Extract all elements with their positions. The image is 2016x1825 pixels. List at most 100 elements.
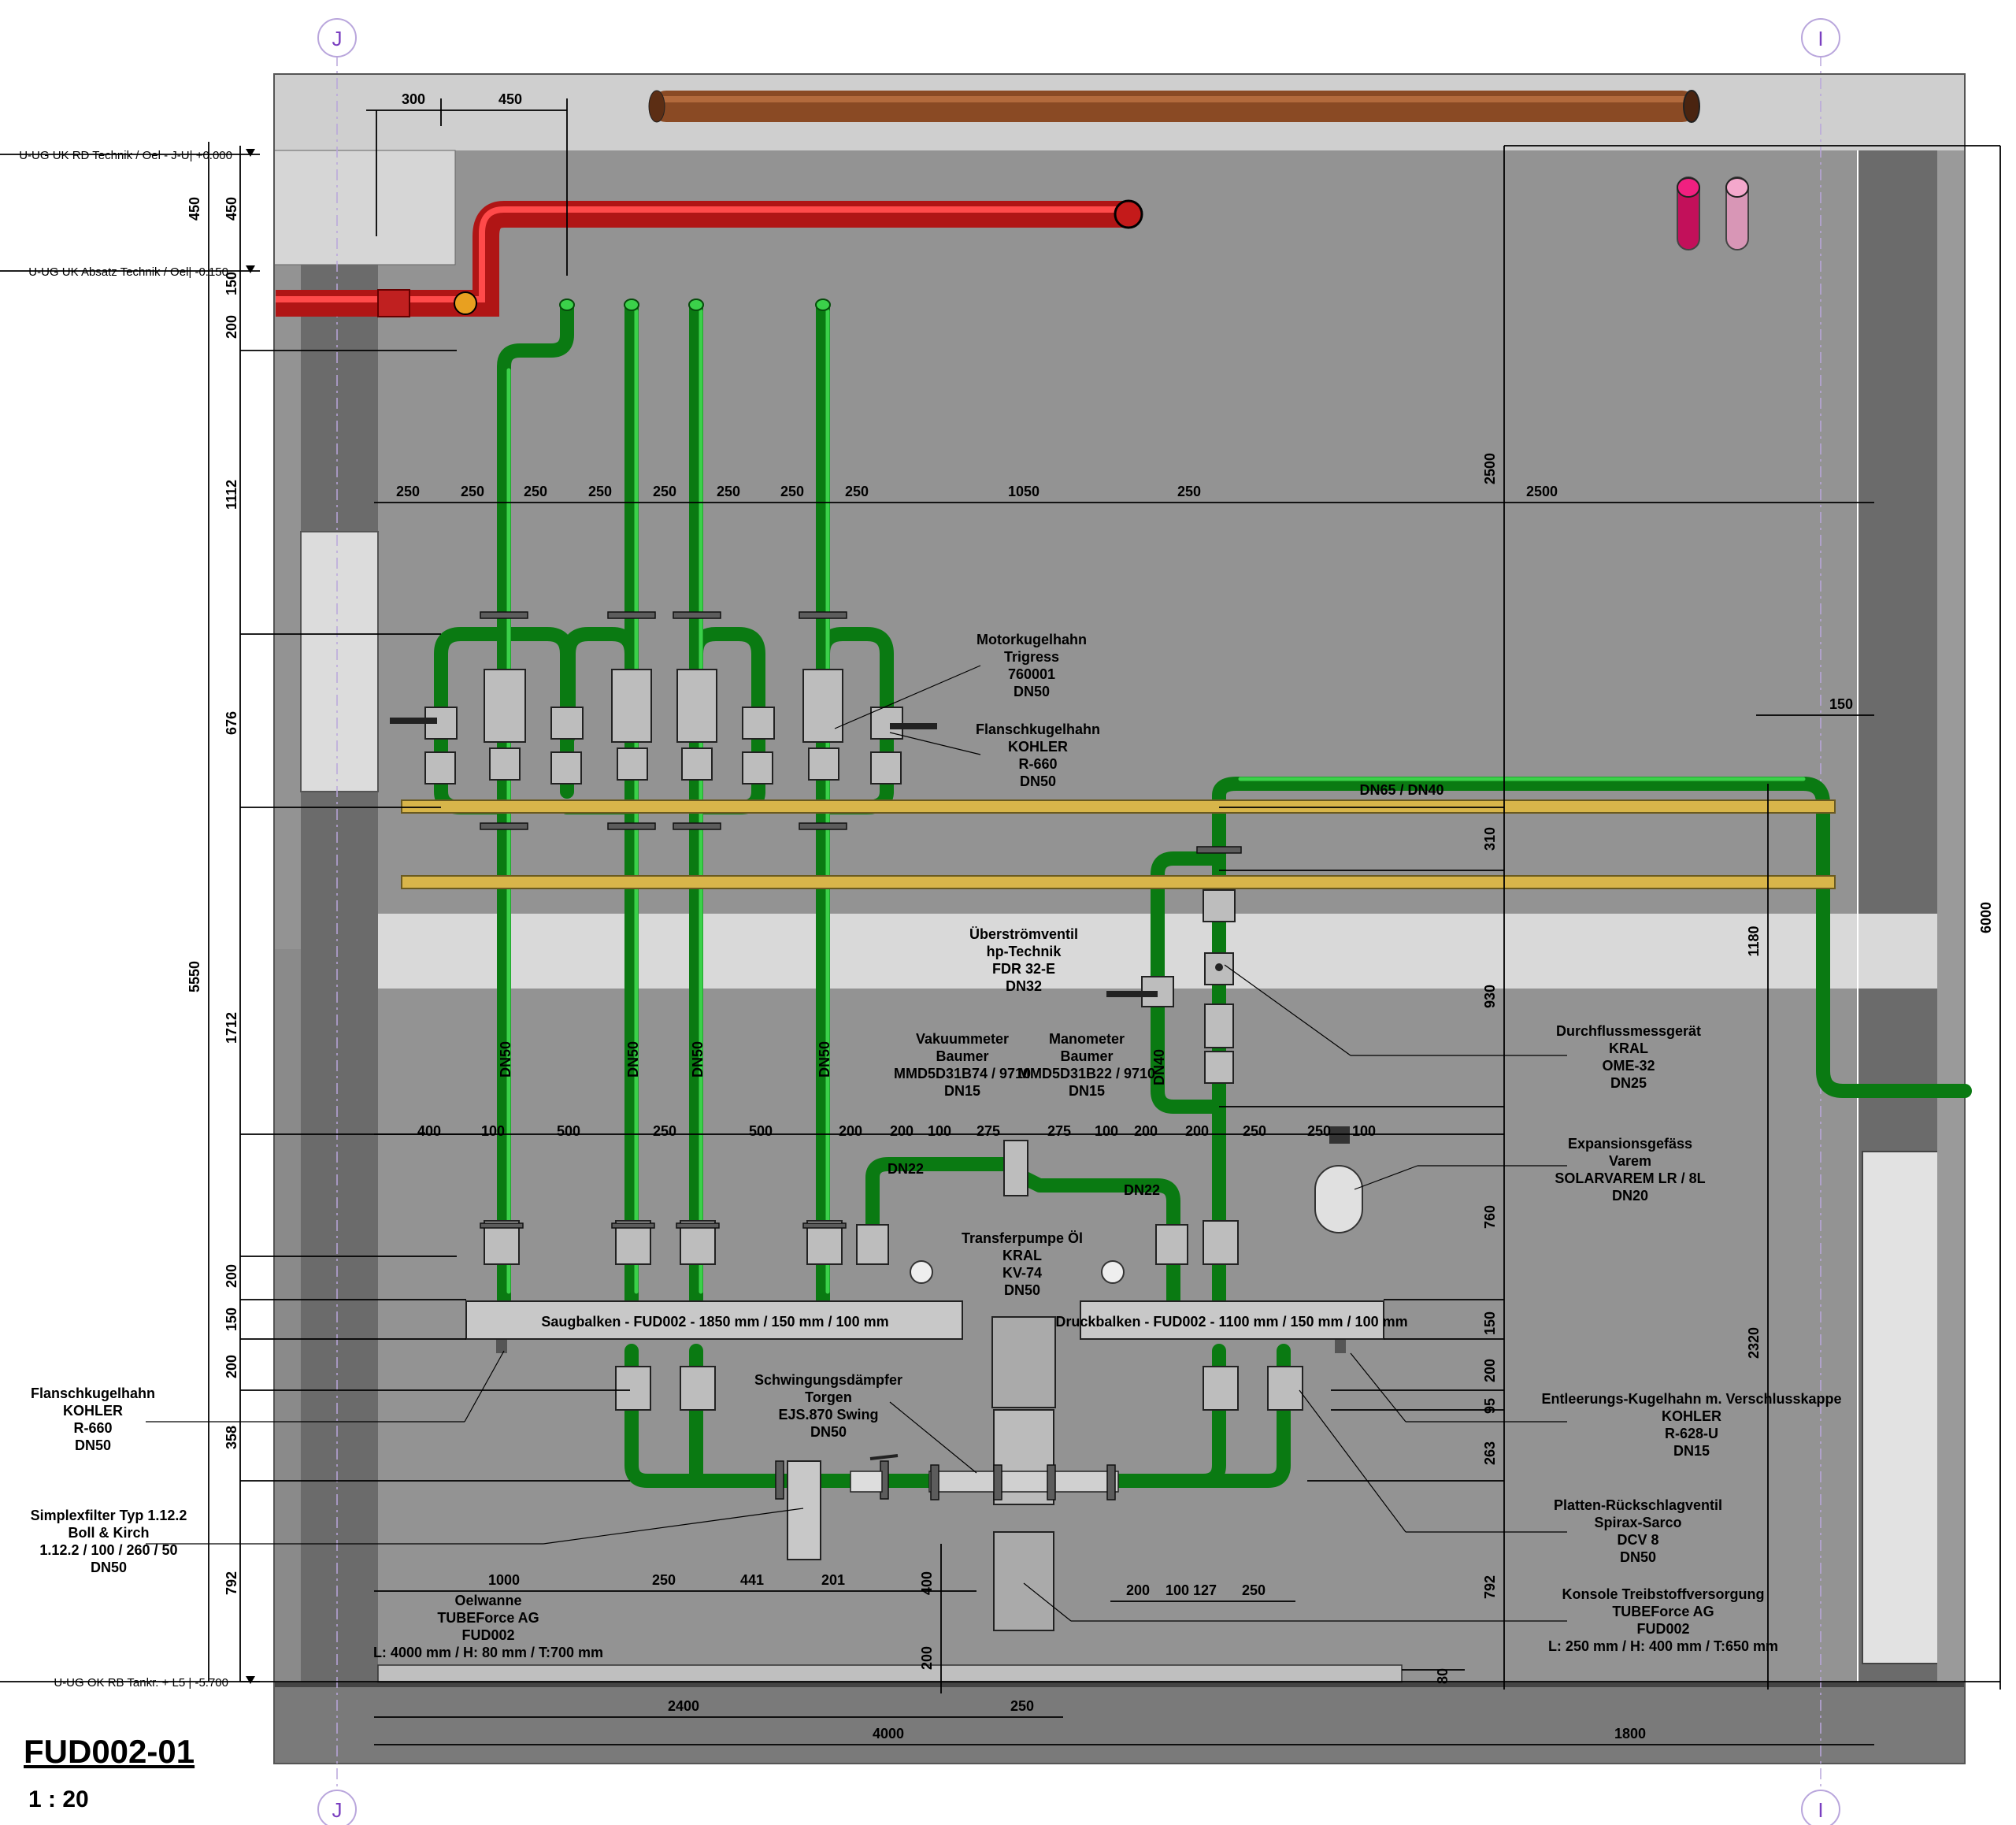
dim-r1-6: 250	[780, 484, 804, 499]
dim-left-200b: 200	[224, 1264, 239, 1288]
dim-r2-9: 275	[1047, 1123, 1071, 1139]
dim-r2-14: 250	[1307, 1123, 1331, 1139]
dim-v310: 310	[1482, 827, 1498, 851]
dim-r1-5: 250	[717, 484, 740, 499]
dim-r2-10: 100	[1095, 1123, 1118, 1139]
dim-r2-12: 200	[1185, 1123, 1209, 1139]
dim-bottom-2400: 2400	[668, 1698, 699, 1714]
dim-r1-2: 250	[524, 484, 547, 499]
dim-left-1112: 1112	[224, 480, 239, 510]
piping-elevation-drawing: J I J I U-UG UK RD Technik / Oel - J-U| …	[0, 18, 2001, 1825]
level-label-step: U-UG UK Absatz Technik / Oel| -0.150	[28, 265, 228, 279]
light-band	[378, 914, 1857, 989]
dim-top-450: 450	[498, 91, 522, 107]
dim-r1-1: 250	[461, 484, 484, 499]
dim-b127: 127	[1193, 1582, 1217, 1598]
dim-r1-8: 1050	[1008, 484, 1040, 499]
dim-b400: 400	[919, 1571, 935, 1595]
grid-label-i-bottom: I	[1818, 1798, 1823, 1822]
drawing-scale: 1 : 20	[28, 1786, 89, 1812]
dim-r1-9: 250	[1177, 484, 1201, 499]
dim-r2-4: 500	[749, 1123, 773, 1139]
grid-label-i-top: I	[1818, 27, 1823, 50]
dim-left-5550: 5550	[187, 961, 202, 992]
dim-left-1712: 1712	[224, 1012, 239, 1044]
dim-r2-2: 500	[557, 1123, 580, 1139]
dim-r1-4: 250	[653, 484, 676, 499]
dim-bottom-4000: 4000	[873, 1726, 904, 1742]
dim-v200: 200	[1482, 1359, 1498, 1382]
dim-b200: 200	[1126, 1582, 1150, 1598]
level-label-floor: U-UG OK RB Tankr. + L5 | -5.700	[54, 1676, 228, 1690]
label-flanschkugelhahn-left: Flanschkugelhahn KOHLER R-660 DN50	[31, 1385, 155, 1453]
left-wall-outer	[274, 949, 301, 1682]
dim-r2-1: 100	[481, 1123, 505, 1139]
dim-v930: 930	[1482, 985, 1498, 1008]
dim-v6000: 6000	[1978, 902, 1994, 933]
dim-bottom-250: 250	[1010, 1698, 1034, 1714]
pipe-label-dn50-d: DN50	[817, 1041, 832, 1078]
dim-left-150: 150	[224, 272, 239, 295]
pipe-label-dn22-a: DN22	[888, 1161, 924, 1177]
dim-left-676: 676	[224, 711, 239, 735]
dim-left-200: 200	[224, 315, 239, 339]
dim-r1-0: 250	[396, 484, 420, 499]
dim-r2-13: 250	[1243, 1123, 1266, 1139]
pipe-label-dn50-a: DN50	[498, 1041, 513, 1078]
dim-left-792: 792	[224, 1571, 239, 1595]
label-simplexfilter: Simplexfilter Typ 1.12.2 Boll & Kirch 1.12…	[31, 1508, 187, 1575]
dim-r2-6: 200	[890, 1123, 914, 1139]
dim-b250r: 250	[1242, 1582, 1266, 1598]
support-rail-upper	[401, 799, 1836, 814]
dim-bottom-1800: 1800	[1614, 1726, 1646, 1742]
oil-pan	[377, 1664, 1403, 1683]
dim-r2-8: 275	[976, 1123, 1000, 1139]
left-door-opening	[300, 531, 379, 792]
dim-left-450a: 450	[187, 197, 202, 221]
dim-left-200c: 200	[224, 1355, 239, 1378]
dim-v263: 263	[1482, 1441, 1498, 1465]
dim-r1-10: 2500	[1526, 484, 1558, 499]
pipe-label-dn50-b: DN50	[625, 1041, 641, 1078]
dim-b250: 250	[652, 1572, 676, 1588]
dim-b100: 100	[1166, 1582, 1189, 1598]
dim-left-358: 358	[224, 1426, 239, 1449]
dim-b441: 441	[740, 1572, 764, 1588]
dim-left-150b: 150	[224, 1308, 239, 1331]
dim-v2320: 2320	[1746, 1327, 1762, 1359]
left-wall-column	[301, 265, 378, 1682]
pipe-label-dn22-b: DN22	[1124, 1182, 1160, 1198]
dim-v1180: 1180	[1746, 925, 1762, 956]
dim-b80: 80	[1435, 1668, 1451, 1684]
support-rail-lower	[401, 875, 1836, 889]
dim-v95: 95	[1482, 1398, 1498, 1414]
grid-label-j-bottom: J	[332, 1798, 343, 1822]
dim-b200v: 200	[919, 1646, 935, 1670]
dim-top-300: 300	[402, 91, 425, 107]
label-saugbalken: Saugbalken - FUD002 - 1850 mm / 150 mm /…	[541, 1314, 888, 1330]
dim-r2-15: 100	[1352, 1123, 1376, 1139]
floor-top-line	[274, 1682, 1965, 1687]
dim-v2500: 2500	[1482, 453, 1498, 484]
dim-r2-11: 200	[1134, 1123, 1158, 1139]
dim-r2-0: 400	[417, 1123, 441, 1139]
brown-overhead-pipe	[648, 90, 1700, 123]
label-druckbalken: Druckbalken - FUD002 - 1100 mm / 150 mm …	[1055, 1314, 1407, 1330]
dim-r1-7: 250	[845, 484, 869, 499]
dim-v760: 760	[1482, 1205, 1498, 1229]
drawing-title: FUD002-01	[24, 1733, 195, 1770]
dim-left-450b: 450	[224, 197, 239, 221]
floor-slab	[274, 1682, 1965, 1764]
dim-r2-7: 100	[928, 1123, 951, 1139]
right-edge-strip	[1937, 150, 1965, 1682]
pipe-label-dn50-c: DN50	[690, 1041, 706, 1078]
dim-r2-3: 250	[653, 1123, 676, 1139]
dim-b201: 201	[821, 1572, 845, 1588]
dim-b1000: 1000	[488, 1572, 520, 1588]
level-label-top: U-UG UK RD Technik / Oel - J-U| +0.000	[19, 149, 232, 162]
dim-r2-5: 200	[839, 1123, 862, 1139]
dim-v792: 792	[1482, 1575, 1498, 1599]
dim-h150: 150	[1829, 696, 1853, 712]
level-markers	[0, 149, 260, 1684]
dim-r1-3: 250	[588, 484, 612, 499]
